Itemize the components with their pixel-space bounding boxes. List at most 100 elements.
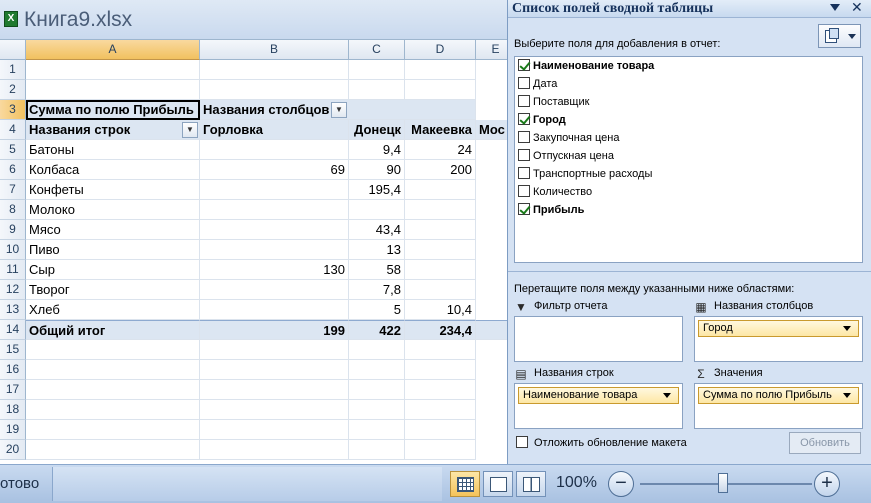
pivot-value-cell[interactable] [200, 220, 349, 240]
pivot-value-cell[interactable]: 69 [200, 160, 349, 180]
row-header[interactable]: 2 [0, 80, 26, 100]
row-labels-field-item[interactable]: Наименование товара [518, 387, 679, 404]
row-header[interactable]: 15 [0, 340, 26, 360]
pivot-value-cell[interactable]: 7,8 [349, 280, 405, 300]
row-labels-drop-area[interactable]: Наименование товара [514, 383, 683, 429]
cell[interactable] [405, 400, 476, 420]
cell[interactable] [405, 360, 476, 380]
update-button[interactable]: Обновить [789, 432, 861, 454]
pivot-value-cell[interactable] [200, 180, 349, 200]
pivot-column-item[interactable]: Мос [476, 120, 507, 140]
cell[interactable] [200, 360, 349, 380]
field-item[interactable]: Отпускная цена [518, 147, 614, 165]
row-header[interactable]: 3 [0, 100, 26, 120]
pivot-value-cell[interactable]: 24 [405, 140, 476, 160]
pivot-value-cell[interactable]: 200 [405, 160, 476, 180]
close-icon[interactable]: ✕ [851, 0, 863, 16]
pivot-value-cell[interactable]: 43,4 [349, 220, 405, 240]
pivot-row-label[interactable]: Молоко [26, 200, 200, 220]
pivot-value-cell[interactable] [200, 140, 349, 160]
row-header[interactable]: 20 [0, 440, 26, 460]
column-labels-filter-button[interactable]: ▼ [331, 102, 347, 118]
pivot-rows-caption-cell[interactable]: Названия строк [26, 120, 200, 140]
zoom-level[interactable]: 100% [556, 474, 597, 492]
pivot-value-cell[interactable]: 5 [349, 300, 405, 320]
grand-total-value[interactable]: 199 [200, 320, 349, 340]
defer-layout-checkbox[interactable] [516, 436, 528, 448]
row-labels-filter-button[interactable]: ▼ [182, 122, 198, 138]
column-header-e[interactable]: E [476, 40, 507, 60]
field-item[interactable]: Прибыль [518, 201, 584, 219]
cell[interactable] [349, 340, 405, 360]
row-header[interactable]: 8 [0, 200, 26, 220]
chevron-down-icon[interactable] [843, 326, 851, 331]
cell[interactable] [26, 340, 200, 360]
pivot-value-cell[interactable] [405, 240, 476, 260]
field-item[interactable]: Количество [518, 183, 592, 201]
cell[interactable] [200, 80, 349, 100]
chevron-down-icon[interactable] [843, 393, 851, 398]
cell[interactable] [200, 60, 349, 80]
cell[interactable] [405, 60, 476, 80]
pivot-column-item[interactable]: Горловка [200, 120, 349, 140]
pivot-value-cell[interactable] [405, 280, 476, 300]
cell[interactable] [349, 80, 405, 100]
cell[interactable] [26, 420, 200, 440]
defer-layout-update[interactable]: Отложить обновление макета [516, 436, 687, 449]
row-header[interactable]: 11 [0, 260, 26, 280]
zoom-in-button[interactable]: + [814, 471, 840, 497]
pivot-row-label[interactable]: Хлеб [26, 300, 200, 320]
cell[interactable] [200, 380, 349, 400]
pivot-field-list[interactable]: Наименование товара Дата Поставщик Город… [514, 56, 863, 263]
row-header[interactable]: 1 [0, 60, 26, 80]
cell[interactable] [26, 360, 200, 380]
pivot-row-label[interactable]: Конфеты [26, 180, 200, 200]
field-item[interactable]: Транспортные расходы [518, 165, 652, 183]
pivot-value-cell[interactable] [405, 180, 476, 200]
grand-total-value[interactable] [476, 320, 507, 340]
field-item[interactable]: Город [518, 111, 566, 129]
page-layout-view-button[interactable] [483, 471, 513, 497]
pivot-value-cell[interactable] [405, 220, 476, 240]
chevron-down-icon[interactable] [663, 393, 671, 398]
field-checkbox[interactable] [518, 77, 530, 89]
column-labels-drop-area[interactable]: Город [694, 316, 863, 362]
pivot-value-cell[interactable] [200, 280, 349, 300]
pivot-value-cell[interactable] [405, 260, 476, 280]
pivot-value-cell[interactable] [200, 200, 349, 220]
page-break-view-button[interactable] [516, 471, 546, 497]
cell[interactable] [405, 340, 476, 360]
field-layout-button[interactable] [818, 24, 861, 48]
pivot-values-caption-cell[interactable]: Сумма по полю Прибыль [26, 100, 200, 120]
field-item[interactable]: Поставщик [518, 93, 589, 111]
pivot-value-cell[interactable] [200, 240, 349, 260]
grand-total-value[interactable]: 422 [349, 320, 405, 340]
pivot-value-cell[interactable]: 130 [200, 260, 349, 280]
row-header[interactable]: 13 [0, 300, 26, 320]
cell[interactable] [405, 380, 476, 400]
pivot-row-label[interactable]: Батоны [26, 140, 200, 160]
cell[interactable] [405, 420, 476, 440]
column-header-b[interactable]: B [200, 40, 349, 60]
field-checkbox[interactable] [518, 149, 530, 161]
column-header-d[interactable]: D [405, 40, 476, 60]
cell[interactable] [200, 400, 349, 420]
column-labels-field-item[interactable]: Город [698, 320, 859, 337]
cell[interactable] [200, 420, 349, 440]
field-checkbox[interactable] [518, 203, 530, 215]
row-header[interactable]: 9 [0, 220, 26, 240]
field-checkbox[interactable] [518, 185, 530, 197]
report-filter-drop-area[interactable] [514, 316, 683, 362]
field-checkbox[interactable] [518, 95, 530, 107]
zoom-out-button[interactable]: − [608, 471, 634, 497]
field-checkbox[interactable] [518, 167, 530, 179]
cell[interactable] [200, 440, 349, 460]
row-header[interactable]: 6 [0, 160, 26, 180]
pivot-row-label[interactable]: Мясо [26, 220, 200, 240]
values-drop-area[interactable]: Сумма по полю Прибыль [694, 383, 863, 429]
cell[interactable] [26, 440, 200, 460]
pivot-row-label[interactable]: Сыр [26, 260, 200, 280]
row-header[interactable]: 14 [0, 320, 26, 340]
row-header[interactable]: 17 [0, 380, 26, 400]
select-all-corner[interactable] [0, 40, 26, 60]
